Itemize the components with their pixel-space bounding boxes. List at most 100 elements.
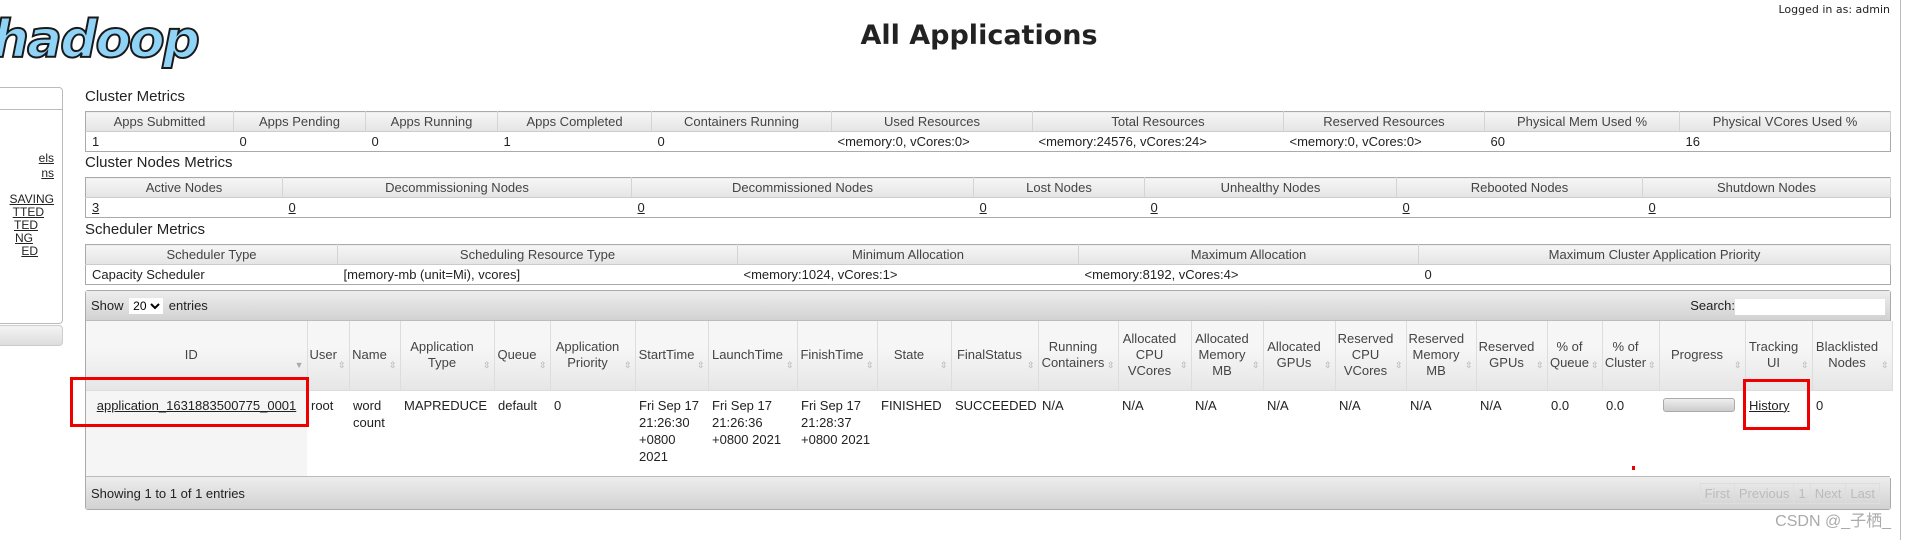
column-header: Total Resources [1032,111,1284,132]
sort-icon[interactable]: ⇳ [1107,357,1115,373]
column-header-starttime[interactable]: StartTime ⇳ [635,321,709,390]
sort-icon[interactable]: ⇳ [1801,357,1809,373]
page-size-select[interactable]: 20 [129,298,164,314]
sort-icon[interactable]: ⇳ [1536,357,1544,373]
sort-icon[interactable]: ⇳ [1734,357,1742,373]
column-label: ID [184,347,198,363]
sidebar-link[interactable]: ns [41,166,54,180]
sidebar-link-app-state[interactable]: NG [15,231,33,245]
sort-icon[interactable]: ⇳ [1324,357,1332,373]
scheduler-metrics-title: Scheduler Metrics [85,221,206,238]
column-header: Apps Completed [497,111,652,132]
sort-icon[interactable]: ⇳ [1395,357,1403,373]
column-header-state[interactable]: State ⇳ [877,321,952,390]
sort-icon[interactable]: ⇳ [389,357,397,373]
sort-icon[interactable]: ⇳ [940,357,948,373]
column-label: StartTime [638,347,695,363]
sidebar-link-app-state[interactable]: ED [21,244,38,258]
search-control: Search: [1690,298,1885,315]
sort-icon[interactable]: ⇳ [697,357,705,373]
column-header-launchtime[interactable]: LaunchTime ⇳ [708,321,798,390]
sort-icon[interactable]: ⇳ [866,357,874,373]
column-header-allocated-memory-mb[interactable]: Allocated Memory MB ⇳ [1191,321,1264,390]
sort-icon[interactable]: ⇳ [338,357,346,373]
column-label: Application Type [410,339,474,371]
cell-user: root [307,389,349,478]
cell-res_gpu: N/A [1476,389,1547,478]
sort-icon[interactable]: ⇳ [483,357,491,373]
metric-link[interactable]: 0 [1403,200,1410,215]
column-header: Lost Nodes [973,177,1145,198]
cluster-metrics-table: Apps Submitted Apps Pending Apps Running Ap… [85,111,1891,152]
metric-link[interactable]: 0 [638,200,645,215]
pager-next[interactable]: Next [1811,484,1847,503]
metric-link[interactable]: 0 [1649,200,1656,215]
column-header: Rebooted Nodes [1396,177,1643,198]
column-header-reserved-memory-mb[interactable]: Reserved Memory MB ⇳ [1406,321,1477,390]
column-header: Shutdown Nodes [1642,177,1891,198]
column-header-name[interactable]: Name ⇳ [349,321,401,390]
metric-value: 16 [1685,134,1700,149]
column-header-progress[interactable]: Progress ⇳ [1659,321,1746,390]
metric-link[interactable]: 0 [980,200,987,215]
column-header-reserved-gpus[interactable]: Reserved GPUs ⇳ [1476,321,1548,390]
sort-icon[interactable]: ⇳ [1252,357,1260,373]
column-header: Apps Running [365,111,498,132]
column-header: Physical VCores Used % [1679,111,1891,132]
metric-link[interactable]: 3 [92,200,99,215]
logged-in-user: Logged in as: admin [1778,3,1890,16]
pager-last[interactable]: Last [1846,484,1879,503]
sort-icon[interactable]: ⇳ [1027,357,1035,373]
column-header-finalstatus[interactable]: FinalStatus ⇳ [951,321,1039,390]
sidebar-link-app-state[interactable]: SAVING [10,192,54,206]
sort-icon[interactable]: ⇳ [1881,357,1889,373]
column-header-user[interactable]: User ⇳ [307,321,350,390]
sidebar-link[interactable]: els [39,151,54,165]
column-label: % of Queue [1549,339,1590,371]
metric-value: 60 [1490,134,1505,149]
entries-info: Showing 1 to 1 of 1 entries [91,486,245,501]
column-header-application-priority[interactable]: Application Priority ⇳ [550,321,636,390]
cell-queue: default [494,389,550,478]
highlight-box-app-id [70,377,309,427]
column-header: Unhealthy Nodes [1144,177,1397,198]
column-header--of-cluster[interactable]: % of Cluster ⇳ [1602,321,1660,390]
pager-page-1[interactable]: 1 [1794,484,1811,503]
column-header-application-type[interactable]: Application Type ⇳ [400,321,495,390]
column-header-finishtime[interactable]: FinishTime ⇳ [797,321,878,390]
sidebar-section-collapsed[interactable] [0,325,63,346]
search-input[interactable] [1735,298,1885,315]
pager-first[interactable]: First [1701,484,1735,503]
column-header-queue[interactable]: Queue ⇳ [494,321,551,390]
pager-previous[interactable]: Previous [1735,484,1795,503]
scrollbar-edge [1900,0,1901,540]
column-header-running-containers[interactable]: Running Containers ⇳ [1038,321,1119,390]
cell-start: Fri Sep 17 21:26:30 +0800 2021 [635,389,708,478]
sidebar-link-app-state[interactable]: TED [14,218,38,232]
sidebar-link-app-state[interactable]: TTED [13,205,44,219]
sidebar-header [0,88,62,110]
column-header-allocated-gpus[interactable]: Allocated GPUs ⇳ [1263,321,1336,390]
column-header-allocated-cpu-vcores[interactable]: Allocated CPU VCores ⇳ [1118,321,1192,390]
sort-icon[interactable]: ⇳ [1180,357,1188,373]
sort-icon[interactable]: ⇳ [1591,357,1599,373]
sort-icon[interactable]: ⇳ [1465,357,1473,373]
column-header-reserved-cpu-vcores[interactable]: Reserved CPU VCores ⇳ [1335,321,1407,390]
column-header--of-queue[interactable]: % of Queue ⇳ [1547,321,1603,390]
sort-icon[interactable]: ▼ [295,357,304,373]
metric-value: <memory:0, vCores:0> [837,134,970,149]
column-header-blacklisted-nodes[interactable]: Blacklisted Nodes ⇳ [1812,321,1893,390]
sort-icon[interactable]: ⇳ [786,357,794,373]
column-header: Containers Running [651,111,832,132]
sort-icon[interactable]: ⇳ [624,357,632,373]
table-toolbar: Show 20 entries Search: [86,291,1890,321]
metric-value: 0 [1424,267,1432,282]
metric-link[interactable]: 0 [1151,200,1158,215]
metric-link[interactable]: 0 [289,200,296,215]
sort-icon[interactable]: ⇳ [539,357,547,373]
progress-bar [1663,397,1735,412]
search-label: Search: [1690,298,1735,313]
metric-value: <memory:0, vCores:0> [1289,134,1422,149]
metric-value: <memory:1024, vCores:1> [743,267,898,282]
sort-icon[interactable]: ⇳ [1648,357,1656,373]
